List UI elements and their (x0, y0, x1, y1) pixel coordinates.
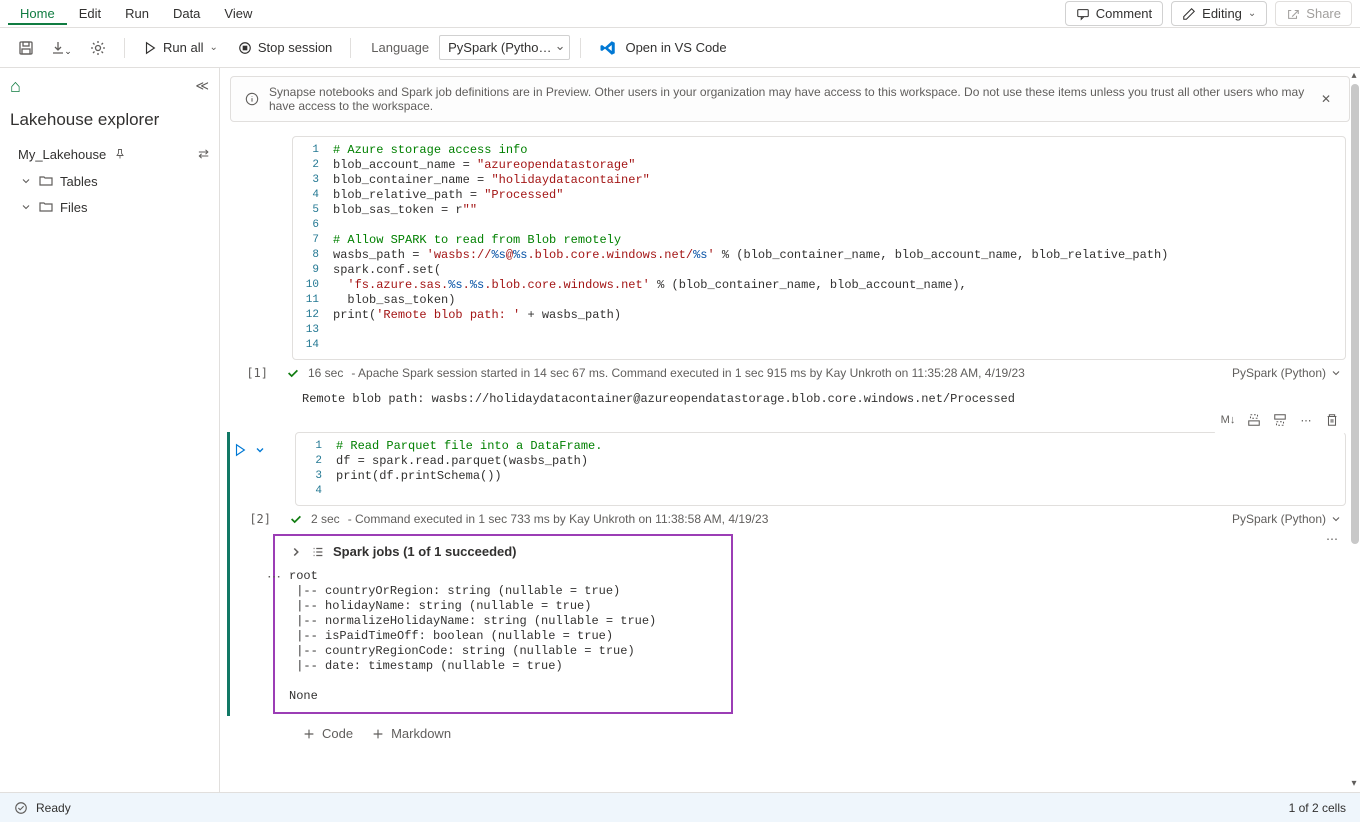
check-icon (289, 512, 303, 526)
comment-icon (1076, 7, 1090, 21)
sidebar: ⌂ ≪ Lakehouse explorer My_Lakehouse ⇄ Ta… (0, 68, 220, 792)
insert-cell-below-button[interactable] (1268, 408, 1292, 432)
menubar: Home Edit Run Data View Comment Editing … (0, 0, 1360, 28)
tree-files[interactable]: Files (0, 194, 219, 220)
stop-icon (238, 41, 252, 55)
cell-2-language[interactable]: PySpark (Python) (1232, 512, 1342, 526)
share-button: Share (1275, 1, 1352, 26)
plus-icon (302, 727, 316, 741)
cell-1-index: [1] (242, 366, 268, 380)
lakehouse-icon: ⌂ (10, 76, 30, 96)
cell-1-code-editor[interactable]: 1# Azure storage access info 2blob_accou… (292, 136, 1346, 360)
lakehouse-name[interactable]: My_Lakehouse (18, 147, 106, 162)
plus-icon (371, 727, 385, 741)
run-all-button[interactable]: Run all ⌄ (135, 36, 226, 59)
cell-1-output: Remote blob path: wasbs://holidaydatacon… (292, 386, 1346, 412)
status-ready: Ready (36, 801, 71, 815)
cells-container: ▴ 1# Azure storage access info 2blob_acc… (220, 126, 1360, 792)
status-cells-count: 1 of 2 cells (1289, 801, 1346, 815)
cell-2-status-text: - Command executed in 1 sec 733 ms by Ka… (348, 512, 769, 526)
chevron-down-icon[interactable] (254, 444, 266, 456)
download-button[interactable]: ⌄ (46, 32, 78, 64)
chevron-down-icon (1330, 367, 1342, 379)
add-cell-row: Code Markdown (230, 722, 1346, 745)
scroll-down-arrow[interactable]: ▾ (1348, 778, 1360, 790)
chevron-down-icon (1330, 513, 1342, 525)
toolbar: ⌄ Run all ⌄ Stop session Language PySpar… (0, 28, 1360, 68)
more-actions-button[interactable]: ⋯ (1294, 408, 1318, 432)
share-icon (1286, 7, 1300, 21)
spark-output: Spark jobs (1 of 1 succeeded) root |-- c… (273, 534, 733, 714)
info-icon (245, 92, 259, 106)
cell-1-status-text: - Apache Spark session started in 14 sec… (351, 366, 1024, 380)
schema-output: root |-- countryOrRegion: string (nullab… (289, 569, 717, 704)
pencil-icon (1182, 7, 1196, 21)
chevron-down-icon (20, 175, 32, 187)
scrollbar-thumb[interactable] (1351, 126, 1359, 544)
gear-icon (90, 40, 106, 56)
cell-1-language[interactable]: PySpark (Python) (1232, 366, 1342, 380)
cell-toolbar: M↓ ⋯ (1214, 406, 1346, 434)
play-icon (143, 41, 157, 55)
tree-tables[interactable]: Tables (0, 168, 219, 194)
add-markdown-cell-button[interactable]: Markdown (371, 726, 451, 741)
menu-data[interactable]: Data (161, 2, 212, 25)
cell-1-duration: 16 sec (308, 366, 343, 380)
editing-button[interactable]: Editing ⌄ (1171, 1, 1267, 26)
menu-run[interactable]: Run (113, 2, 161, 25)
folder-icon (38, 199, 54, 215)
main: ⌂ ≪ Lakehouse explorer My_Lakehouse ⇄ Ta… (0, 68, 1360, 792)
cell-2-duration: 2 sec (311, 512, 340, 526)
output-options-button[interactable]: ⋯ (267, 568, 281, 585)
banner-close-button[interactable]: ✕ (1317, 90, 1335, 108)
insert-below-icon (1273, 413, 1287, 427)
check-circle-icon (14, 801, 28, 815)
convert-markdown-button[interactable]: M↓ (1216, 408, 1240, 432)
delete-cell-button[interactable] (1320, 408, 1344, 432)
comment-button[interactable]: Comment (1065, 1, 1163, 26)
check-icon (286, 366, 300, 380)
collapse-sidebar-button[interactable]: ≪ (195, 78, 209, 94)
open-vscode-button[interactable]: Open in VS Code (591, 35, 734, 61)
cell-2-code-editor[interactable]: 1# Read Parquet file into a DataFrame. 2… (295, 432, 1346, 506)
stop-session-button[interactable]: Stop session (230, 36, 340, 59)
preview-banner: Synapse notebooks and Spark job definiti… (230, 76, 1350, 122)
play-icon (233, 443, 247, 457)
menu-edit[interactable]: Edit (67, 2, 113, 25)
chevron-right-icon[interactable] (289, 545, 303, 559)
content-area: Synapse notebooks and Spark job definiti… (220, 68, 1360, 792)
cell-1: 1# Azure storage access info 2blob_accou… (230, 136, 1346, 412)
folder-icon (38, 173, 54, 189)
chevron-down-icon (20, 201, 32, 213)
cell-2-status: [2] 2 sec - Command executed in 1 sec 73… (295, 506, 1346, 532)
cell-2: M↓ ⋯ (227, 432, 1346, 716)
save-icon (18, 40, 34, 56)
settings-button[interactable] (82, 32, 114, 64)
statusbar: Ready 1 of 2 cells (0, 792, 1360, 822)
language-select[interactable]: PySpark (Pytho… (439, 35, 570, 60)
cell-2-index: [2] (245, 512, 271, 526)
output-more-button[interactable]: ⋯ (1326, 532, 1346, 546)
insert-cell-above-button[interactable] (1242, 408, 1266, 432)
swap-icon[interactable]: ⇄ (198, 146, 209, 162)
menu-view[interactable]: View (212, 2, 264, 25)
language-label: Language (371, 40, 429, 55)
save-button[interactable] (10, 32, 42, 64)
cell-2-run-button[interactable] (230, 440, 250, 460)
add-code-cell-button[interactable]: Code (302, 726, 353, 741)
spark-jobs-label: Spark jobs (1 of 1 succeeded) (333, 544, 517, 559)
list-icon (311, 545, 325, 559)
cell-1-status: [1] 16 sec - Apache Spark session starte… (292, 360, 1346, 386)
insert-above-icon (1247, 413, 1261, 427)
sidebar-title: Lakehouse explorer (0, 104, 219, 140)
menu-home[interactable]: Home (8, 2, 67, 25)
vscode-icon (599, 39, 617, 57)
trash-icon (1325, 413, 1339, 427)
pin-icon[interactable] (114, 148, 126, 160)
